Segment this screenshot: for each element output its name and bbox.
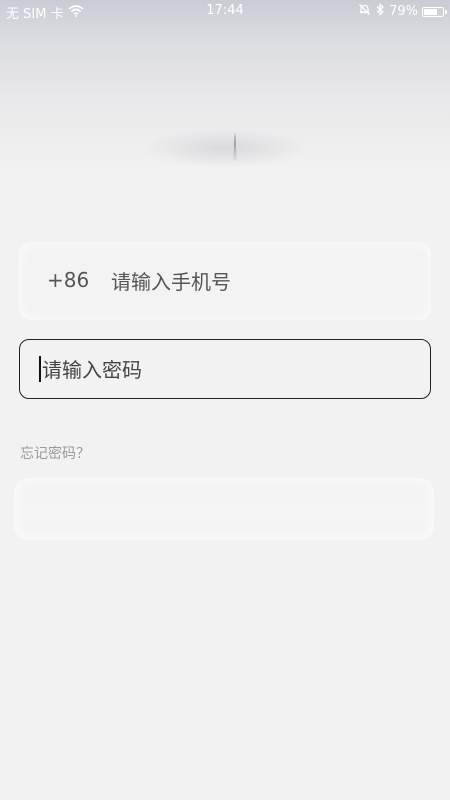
battery-level (424, 8, 437, 15)
login-button[interactable] (14, 478, 434, 540)
status-bar-right: 79% (358, 3, 447, 20)
country-code[interactable]: +86 (47, 268, 89, 292)
hero-graphic (140, 128, 310, 168)
battery-percent: 79% (389, 4, 418, 19)
bluetooth-icon (375, 3, 385, 20)
phone-input[interactable] (109, 262, 413, 302)
password-input[interactable] (40, 350, 414, 390)
password-field[interactable] (19, 339, 431, 399)
forgot-password-link[interactable]: 忘记密码？ (20, 443, 90, 463)
alarm-off-icon (358, 3, 371, 20)
phone-field[interactable]: +86 (19, 242, 431, 320)
header-background (0, 0, 450, 240)
battery-icon (422, 6, 447, 17)
status-bar: 无 SIM 卡 17:44 79% (0, 0, 450, 24)
